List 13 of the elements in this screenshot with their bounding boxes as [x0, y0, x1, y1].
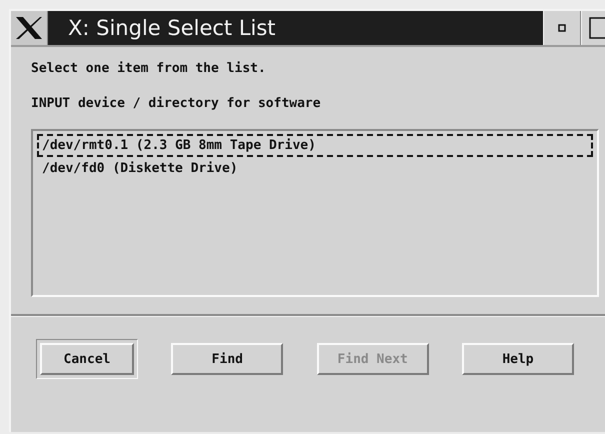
- x-logo-icon: [15, 16, 43, 40]
- dialog-button[interactable]: Cancel: [40, 343, 134, 375]
- dialog-button[interactable]: Find: [171, 343, 284, 375]
- dialog-button[interactable]: Help: [462, 343, 574, 375]
- instruction-text: Select one item from the list.: [31, 61, 267, 76]
- prompt-text: INPUT device / directory for software: [31, 96, 322, 111]
- minimize-button[interactable]: [543, 11, 581, 45]
- minimize-icon: [558, 24, 566, 32]
- list-item[interactable]: /dev/fd0 (Diskette Drive): [37, 157, 593, 180]
- window-title: X: Single Select List: [48, 11, 543, 45]
- maximize-icon: [589, 17, 605, 39]
- window-menu-button[interactable]: [11, 11, 48, 45]
- list-item[interactable]: /dev/rmt0.1 (2.3 GB 8mm Tape Drive): [37, 134, 593, 157]
